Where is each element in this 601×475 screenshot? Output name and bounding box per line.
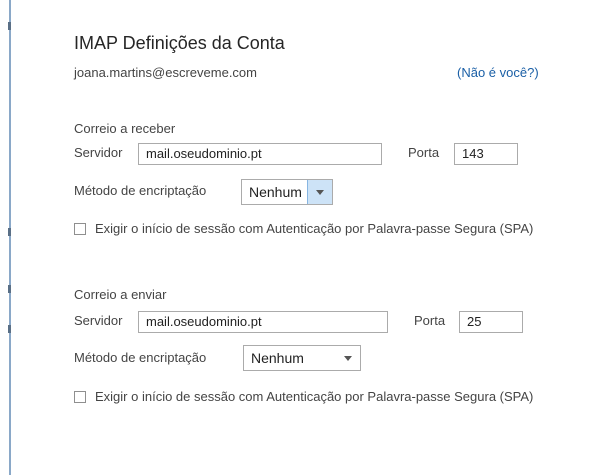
account-email: joana.martins@escreveme.com [74,65,257,80]
outgoing-server-input[interactable]: mail.oseudominio.pt [138,311,388,333]
outgoing-encryption-label: Método de encriptação [74,350,207,365]
incoming-encryption-value: Nenhum [249,184,302,200]
page-title: IMAP Definições da Conta [74,33,285,53]
outgoing-server-label: Servidor [74,313,123,328]
outgoing-port-input[interactable]: 25 [459,311,523,333]
incoming-server-label: Servidor [74,145,123,160]
outgoing-section-label: Correio a enviar [74,287,167,302]
incoming-encryption-label: Método de encriptação [74,183,207,198]
chevron-down-icon[interactable] [336,346,360,370]
incoming-spa-checkbox[interactable] [74,223,86,235]
incoming-encryption-select[interactable]: Nenhum [241,179,333,205]
account-settings-panel: IMAP Definições da Conta joana.martins@e… [0,0,601,475]
incoming-section-label: Correio a receber [74,121,176,136]
outgoing-spa-label: Exigir o início de sessão com Autenticaç… [95,389,534,404]
incoming-port-input[interactable]: 143 [454,143,518,165]
not-you-link[interactable]: (Não é você?) [457,65,539,80]
incoming-server-input[interactable]: mail.oseudominio.pt [138,143,382,165]
outgoing-spa-checkbox[interactable] [74,391,86,403]
outgoing-port-label: Porta [414,313,446,328]
incoming-port-label: Porta [408,145,440,160]
outgoing-encryption-value: Nenhum [251,350,304,366]
incoming-spa-label: Exigir o início de sessão com Autenticaç… [95,221,534,236]
outgoing-encryption-select[interactable]: Nenhum [243,345,361,371]
chevron-down-icon[interactable] [307,180,332,204]
